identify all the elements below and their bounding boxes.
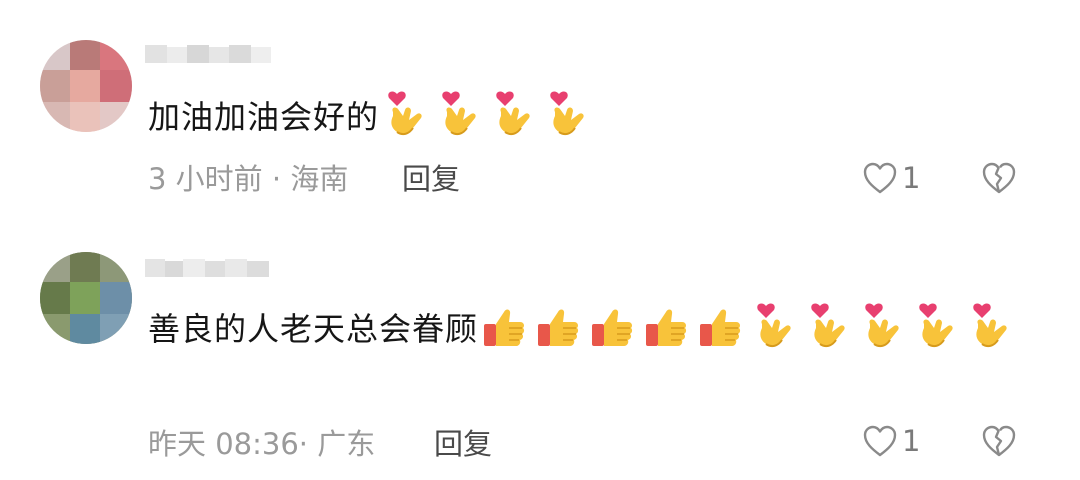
finger-heart-emoji <box>383 90 429 140</box>
avatar[interactable] <box>40 40 132 132</box>
like-count: 1 <box>902 161 921 195</box>
thumbs-up-emoji <box>698 302 744 352</box>
reply-button[interactable]: 回复 <box>434 421 492 463</box>
finger-heart-emoji <box>491 90 537 140</box>
finger-heart-emoji <box>437 90 483 140</box>
dislike-broken-heart-icon <box>982 425 1016 457</box>
avatar[interactable] <box>40 252 132 344</box>
comment-meta: 3 小时前 · 海南 <box>148 162 349 196</box>
username-blurred[interactable] <box>145 257 273 279</box>
reply-button[interactable]: 回复 <box>402 156 460 198</box>
finger-heart-emoji <box>806 302 852 352</box>
dislike-button[interactable] <box>980 423 1018 459</box>
thumbs-up-emoji <box>590 302 636 352</box>
finger-heart-emoji <box>752 302 798 352</box>
dislike-broken-heart-icon <box>982 162 1016 194</box>
like-heart-icon <box>863 425 897 457</box>
finger-heart-emoji <box>968 302 1014 352</box>
comment-text: 加油加油会好的 <box>148 90 1038 144</box>
comment-body: 加油加油会好的 <box>148 98 380 136</box>
like-heart-icon <box>863 162 897 194</box>
finger-heart-emoji <box>545 90 591 140</box>
comment-item: 加油加油会好的 3 小时前 · 海南 回复 1 <box>0 0 1080 215</box>
username-blurred[interactable] <box>145 43 273 65</box>
like-button[interactable]: 1 <box>862 423 920 459</box>
finger-heart-emoji <box>860 302 906 352</box>
comment-item: 善良的人老天总会眷顾 昨天 08:36· 广东 回复 1 <box>0 215 1080 480</box>
thumbs-up-emoji <box>536 302 582 352</box>
comment-body: 善良的人老天总会眷顾 <box>148 310 479 348</box>
comment-meta: 昨天 08:36· 广东 <box>148 427 376 461</box>
thumbs-up-emoji <box>482 302 528 352</box>
comment-text: 善良的人老天总会眷顾 <box>148 302 1038 356</box>
like-count: 1 <box>902 424 921 458</box>
dislike-button[interactable] <box>980 160 1018 196</box>
finger-heart-emoji <box>914 302 960 352</box>
thumbs-up-emoji <box>644 302 690 352</box>
like-button[interactable]: 1 <box>862 160 920 196</box>
